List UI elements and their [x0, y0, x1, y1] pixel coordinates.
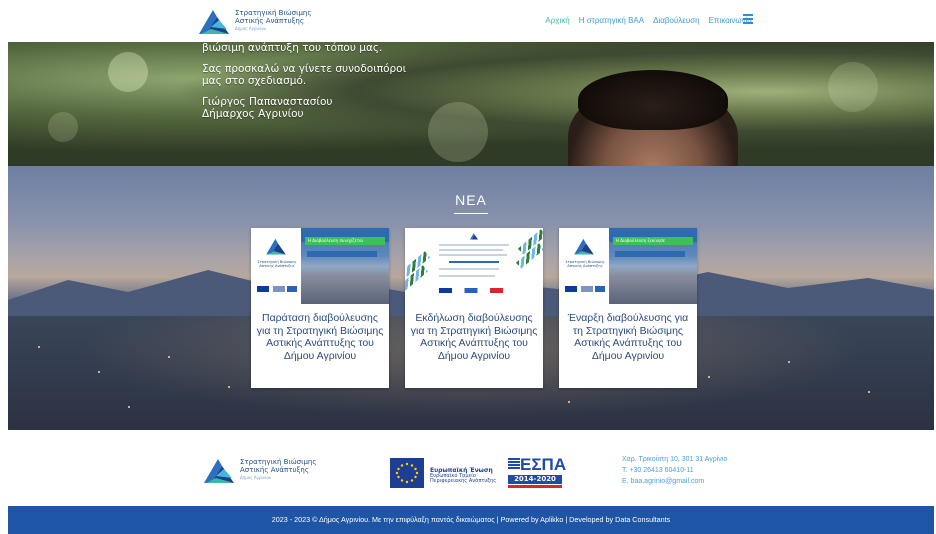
- nav-consultation[interactable]: Διαβούλευση: [653, 16, 700, 25]
- eu-logos-strip: [565, 286, 605, 292]
- eu-label: Ευρωπαϊκή Ένωση Ευρωπαϊκό Ταμείο Περιφερ…: [430, 468, 496, 484]
- hero-banner: βιώσιμη ανάπτυξη του τόπου μας. Σας προσ…: [8, 42, 934, 166]
- mayor-name: Γιώργος Παπαναστασίου: [202, 96, 333, 108]
- logo-title-line2: Αστικής Ανάπτυξης: [235, 17, 304, 25]
- image-banner-label: Η Διαβούλευση ξεκίνησε: [613, 237, 693, 245]
- doc-text-line: [439, 244, 509, 246]
- site-header: Στρατηγική Βιώσιμης Αστικής Ανάπτυξης Δή…: [0, 0, 936, 42]
- hamburger-menu-icon[interactable]: [743, 14, 753, 24]
- image-blue-strip: [307, 251, 377, 257]
- city-light: [228, 386, 230, 388]
- footer-logo-subtitle: Δήμος Αγρινίου: [240, 475, 272, 480]
- eu-flag-icon: [390, 458, 424, 488]
- news-section: ΝΕΑ Στρατηγική Βιώσιμης Αστικής Ανάπτυξης…: [8, 166, 934, 430]
- news-card[interactable]: Εκδήλωση διαβούλευσης για τη Στρατηγική …: [405, 228, 543, 388]
- bokeh-light: [108, 52, 148, 92]
- image-blue-strip: [615, 251, 685, 257]
- image-logo-text: Στρατηγική Βιώσιμης Αστικής Ανάπτυξης: [565, 260, 605, 268]
- contact-email[interactable]: E. baa.agriniо@gmail.com: [622, 476, 727, 487]
- city-light: [868, 391, 870, 393]
- espa-logo: ΕΣΠΑ 2014-2020: [508, 456, 566, 490]
- nav-strategy[interactable]: Η στρατηγική ΒΑΑ: [579, 16, 644, 25]
- news-card-title[interactable]: Εκδήλωση διαβούλευσης για τη Στρατηγική …: [405, 304, 543, 362]
- site-logo[interactable]: Στρατηγική Βιώσιμης Αστικής Ανάπτυξης Δή…: [197, 6, 311, 36]
- copyright-bar: 2023 - 2023 © Δήμος Αγρινίου. Με την επι…: [8, 506, 934, 534]
- news-card-image[interactable]: [405, 228, 543, 304]
- footer-logo-line1: Στρατηγική Βιώσιμης: [240, 458, 317, 466]
- news-card-title[interactable]: Παράταση διαβούλευσης για τη Στρατηγική …: [251, 304, 389, 362]
- logo-subtitle: Δήμος Αγρινίου: [235, 26, 267, 31]
- logo-mark-icon: [574, 238, 594, 255]
- heading-underline: [454, 213, 488, 214]
- news-heading: ΝΕΑ: [455, 192, 487, 208]
- bokeh-light: [428, 102, 488, 162]
- city-light: [128, 406, 130, 408]
- news-card[interactable]: Στρατηγική Βιώσιμης Αστικής Ανάπτυξης Η Δ…: [251, 228, 389, 388]
- doc-text-line: [439, 268, 499, 270]
- bokeh-light: [48, 112, 78, 142]
- city-light: [708, 376, 710, 378]
- city-light: [98, 371, 100, 373]
- city-light: [168, 356, 170, 358]
- espa-flag-icon: [508, 458, 520, 470]
- site-footer: Στρατηγική Βιώσιμης Αστικής Ανάπτυξης Δή…: [0, 430, 936, 506]
- news-card-image[interactable]: Στρατηγική Βιώσιμης Αστικής Ανάπτυξης Η Δ…: [559, 228, 697, 304]
- news-card-title[interactable]: Έναρξη διαβούλευσης για τη Στρατηγική Βι…: [559, 304, 697, 362]
- logo-mark-icon: [204, 459, 234, 483]
- main-nav: Αρχική Η στρατηγική ΒΑΑ Διαβούλευση Επικ…: [545, 16, 752, 25]
- city-light: [788, 361, 790, 363]
- mayor-message: βιώσιμη ανάπτυξη του τόπου μας. Σας προσ…: [202, 42, 406, 129]
- contact-phone[interactable]: T. +30 26413 60410-11: [622, 465, 727, 476]
- footer-logo[interactable]: Στρατηγική Βιώσιμης Αστικής Ανάπτυξης Δή…: [202, 455, 316, 485]
- image-logo-text: Στρατηγική Βιώσιμης Αστικής Ανάπτυξης: [257, 260, 297, 268]
- doc-text-line: [439, 275, 495, 277]
- mayor-title: Δήμαρχος Αγρινίου: [202, 108, 304, 120]
- contact-address: Χαρ. Τρικούπη 10, 301 31 Αγρίνιο: [622, 456, 728, 463]
- doc-text-line: [439, 249, 503, 251]
- contact-info: Χαρ. Τρικούπη 10, 301 31 Αγρίνιο T. +30 …: [622, 454, 727, 487]
- news-card[interactable]: Στρατηγική Βιώσιμης Αστικής Ανάπτυξης Η Δ…: [559, 228, 697, 388]
- eu-logos-strip: [257, 286, 297, 292]
- message-line2a: Σας προσκαλώ να γίνετε συνοδοιπόροι: [202, 63, 407, 75]
- message-line1: βιώσιμη ανάπτυξη του τόπου μας.: [202, 42, 383, 54]
- city-light: [38, 346, 40, 348]
- doc-text-line: [449, 261, 499, 263]
- nav-home[interactable]: Αρχική: [545, 16, 569, 25]
- espa-tagline-bar: [508, 485, 562, 488]
- doc-text-line: [439, 254, 507, 256]
- eu-fund-line2: Περιφερειακής Ανάπτυξης: [430, 478, 497, 484]
- mayor-hair: [578, 70, 728, 130]
- news-card-image[interactable]: Στρατηγική Βιώσιμης Αστικής Ανάπτυξης Η Δ…: [251, 228, 389, 304]
- invitation-document: [405, 228, 543, 304]
- espa-years: 2014-2020: [508, 475, 562, 484]
- logo-mark-icon: [266, 238, 286, 255]
- logo-mark-icon: [470, 233, 478, 240]
- city-light: [568, 401, 570, 403]
- doc-eu-logos: [439, 288, 503, 293]
- message-line2b: μας στο σχεδιασμό.: [202, 75, 307, 87]
- image-banner-label: Η Διαβούλευση συνεχίζεται: [305, 237, 385, 245]
- logo-title-line1: Στρατηγική Βιώσιμης: [235, 9, 312, 17]
- bokeh-light: [828, 62, 878, 112]
- logo-mark-icon: [199, 10, 229, 34]
- footer-logo-line2: Αστικής Ανάπτυξης: [240, 466, 309, 474]
